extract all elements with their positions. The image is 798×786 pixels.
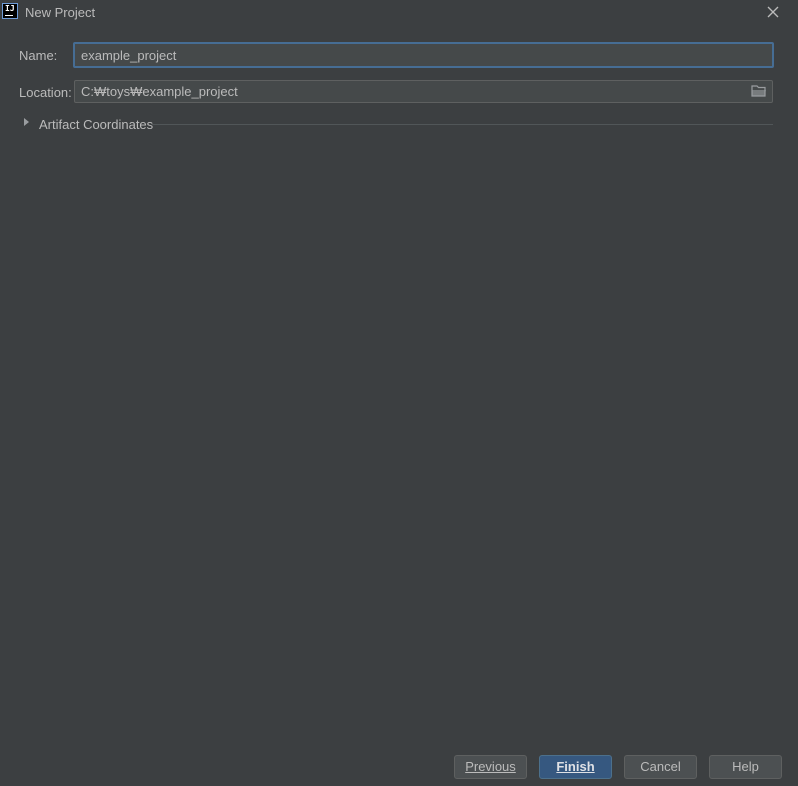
browse-folder-icon[interactable] xyxy=(751,84,767,98)
window-title: New Project xyxy=(25,5,96,20)
project-location-input[interactable] xyxy=(75,81,745,102)
location-label: Location: xyxy=(19,85,72,100)
app-icon-text: IJ xyxy=(5,4,15,13)
close-icon[interactable] xyxy=(765,4,781,20)
name-label: Name: xyxy=(19,48,58,63)
intellij-app-icon: IJ xyxy=(2,3,18,19)
new-project-dialog: IJ New Project Name: Location: Artifact … xyxy=(0,0,798,786)
artifact-coordinates-label: Artifact Coordinates xyxy=(39,117,154,132)
artifact-coordinates-toggle[interactable]: Artifact Coordinates xyxy=(19,115,779,133)
help-button[interactable]: Help xyxy=(709,755,782,779)
project-name-input[interactable] xyxy=(73,42,774,68)
finish-button[interactable]: Finish xyxy=(539,755,612,779)
title-bar: IJ New Project xyxy=(0,0,798,25)
artifact-separator xyxy=(152,124,773,125)
expand-triangle-icon xyxy=(24,118,29,126)
previous-button[interactable]: Previous xyxy=(454,755,527,779)
finish-label: Finish xyxy=(556,759,595,774)
location-field xyxy=(74,80,773,103)
cancel-button[interactable]: Cancel xyxy=(624,755,697,779)
